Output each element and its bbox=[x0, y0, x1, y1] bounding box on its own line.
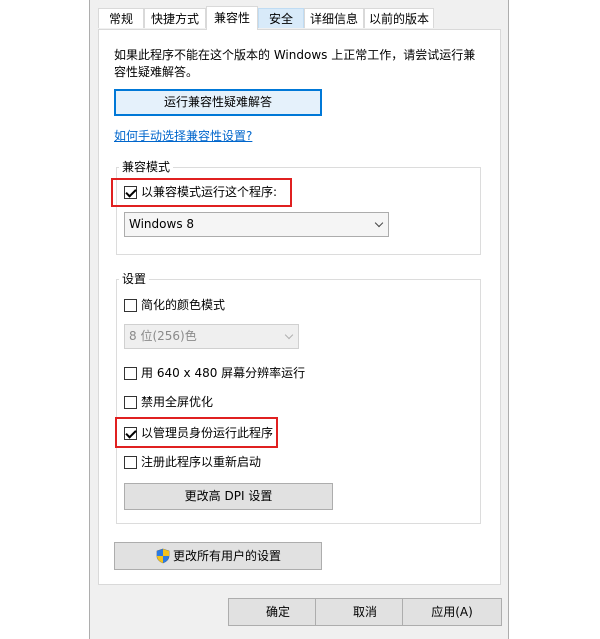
color-mode-value: 8 位(256)色 bbox=[129, 329, 197, 343]
os-version-select[interactable]: Windows 8 bbox=[124, 212, 389, 237]
change-dpi-button[interactable]: 更改高 DPI 设置 bbox=[124, 483, 333, 510]
run-as-admin-checkbox[interactable] bbox=[124, 427, 137, 440]
resolution-640-label: 用 640 x 480 屏幕分辨率运行 bbox=[141, 366, 306, 380]
settings-title: 设置 bbox=[119, 272, 150, 286]
tab-general[interactable]: 常规 bbox=[98, 8, 144, 28]
tab-details[interactable]: 详细信息 bbox=[304, 8, 364, 28]
run-as-admin-label: 以管理员身份运行此程序 bbox=[141, 426, 274, 440]
reduced-color-label: 简化的颜色模式 bbox=[141, 298, 226, 312]
color-mode-select: 8 位(256)色 bbox=[124, 324, 299, 349]
change-all-users-button[interactable]: 更改所有用户的设置 bbox=[114, 542, 322, 570]
uac-shield-icon bbox=[156, 548, 170, 564]
tab-previous-versions[interactable]: 以前的版本 bbox=[364, 8, 434, 28]
disable-fullscreen-opt-label: 禁用全屏优化 bbox=[141, 395, 214, 409]
apply-button[interactable]: 应用(A) bbox=[402, 598, 502, 626]
os-version-value: Windows 8 bbox=[129, 217, 195, 231]
tab-security[interactable]: 安全 bbox=[258, 8, 304, 28]
resolution-640-checkbox[interactable] bbox=[124, 367, 137, 380]
compat-mode-label: 以兼容模式运行这个程序: bbox=[141, 185, 278, 199]
disable-fullscreen-opt-checkbox[interactable] bbox=[124, 396, 137, 409]
chevron-down-icon bbox=[284, 330, 294, 340]
ok-button[interactable]: 确定 bbox=[228, 598, 328, 626]
register-restart-checkbox[interactable] bbox=[124, 456, 137, 469]
compat-mode-checkbox[interactable] bbox=[124, 186, 137, 199]
register-restart-label: 注册此程序以重新启动 bbox=[141, 455, 262, 469]
change-all-users-label: 更改所有用户的设置 bbox=[173, 549, 282, 563]
tab-compatibility[interactable]: 兼容性 bbox=[206, 6, 258, 30]
reduced-color-checkbox[interactable] bbox=[124, 299, 137, 312]
manual-compat-settings-link[interactable]: 如何手动选择兼容性设置? bbox=[114, 128, 252, 144]
chevron-down-icon bbox=[374, 218, 384, 228]
intro-text-line2: 容性疑难解答。 bbox=[114, 65, 199, 79]
cancel-button[interactable]: 取消 bbox=[315, 598, 415, 626]
tab-shortcut[interactable]: 快捷方式 bbox=[144, 8, 206, 28]
run-troubleshooter-button[interactable]: 运行兼容性疑难解答 bbox=[114, 89, 322, 116]
compat-mode-title: 兼容模式 bbox=[119, 160, 174, 174]
intro-text-line1: 如果此程序不能在这个版本的 Windows 上正常工作，请尝试运行兼 bbox=[114, 48, 476, 62]
